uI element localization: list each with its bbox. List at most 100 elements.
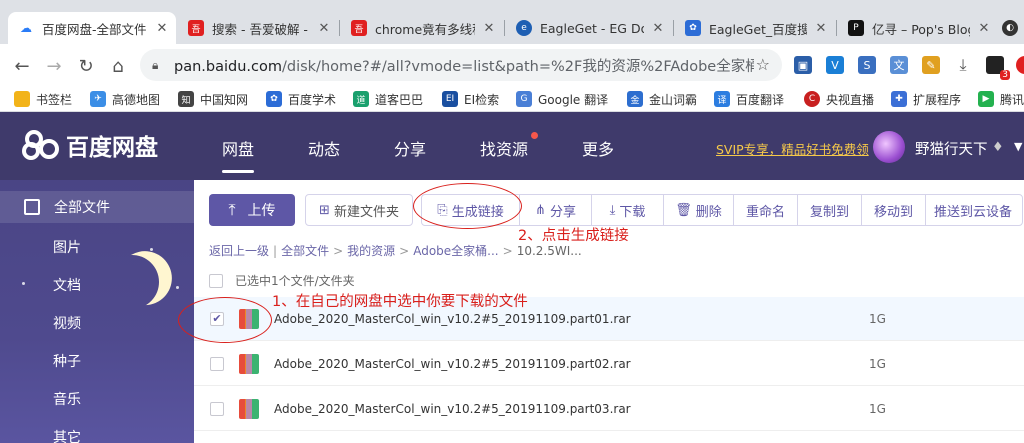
bookmark-doc88[interactable]: 道道客巴巴 [353, 90, 423, 108]
profile-icon[interactable] [1016, 56, 1024, 74]
delete-button[interactable]: 🗑︎ 删除 [664, 195, 734, 225]
close-icon[interactable]: ✕ [650, 21, 666, 36]
close-icon[interactable]: ✕ [316, 21, 332, 36]
table-row[interactable]: Adobe_2020_MasterCol_win_v10.2#5_2019110… [194, 342, 1024, 386]
copy-to-button[interactable]: 复制到 [798, 195, 862, 225]
star-decoration [150, 248, 153, 251]
bookmark-iciba[interactable]: 金金山词霸 [627, 90, 697, 108]
rar-file-icon [239, 353, 259, 374]
row-checkbox[interactable] [210, 401, 224, 416]
new-folder-button[interactable]: ⊞ 新建文件夹 [305, 194, 413, 226]
reload-icon[interactable]: ↻ [74, 54, 98, 78]
username[interactable]: 野猫行天下 [915, 138, 988, 159]
svip-promo-link[interactable]: SVIP专享，精品好书免费领 [716, 139, 869, 158]
bookmark-extensions[interactable]: ✚ 扩展程序 [891, 90, 961, 108]
google-translate-icon: G [516, 91, 532, 107]
bookmark-baidu-scholar[interactable]: ✿ 百度学术 [266, 90, 336, 108]
tab-eagleget-baidu-search[interactable]: ✿ EagleGet_百度搜索 ✕ [675, 12, 835, 44]
sidebar-item-all-files[interactable]: 全部文件 [0, 191, 194, 223]
breadcrumb-item[interactable]: 全部文件 [281, 244, 329, 258]
tab-eagleget[interactable]: e EagleGet - EG Do ✕ [506, 12, 672, 44]
translate-icon[interactable]: 文 [890, 56, 908, 74]
download-button[interactable]: ⤓ 下载 [592, 195, 664, 225]
bookmark-folder[interactable]: 书签栏 [14, 90, 72, 108]
close-icon[interactable]: ✕ [813, 21, 829, 36]
bookmark-ei[interactable]: EI EI检索 [442, 90, 499, 108]
nav-zhaoziyuan[interactable]: 找资源 [480, 136, 528, 160]
cnki-icon: 知 [178, 91, 194, 107]
upload-button[interactable]: ⤒ 上传 [209, 194, 295, 226]
row-checkbox[interactable] [210, 356, 224, 371]
file-size: 1G [869, 401, 886, 416]
bookmark-baidu-translate[interactable]: 译百度翻译 [714, 90, 784, 108]
rename-button[interactable]: 重命名 [734, 195, 798, 225]
address-bar[interactable]: 🔒︎ pan.baidu.com/disk/home?#/all?vmode=l… [140, 49, 782, 81]
select-all-checkbox[interactable] [209, 273, 223, 288]
avatar[interactable] [873, 131, 905, 163]
save-disk-icon[interactable]: ▣ [794, 56, 812, 74]
bookmark-cnki[interactable]: 知中国知网 [178, 90, 248, 108]
sidebar-item-music[interactable]: 音乐 [53, 389, 81, 409]
sidebar-item-images[interactable]: 图片 [53, 237, 81, 257]
file-name[interactable]: Adobe_2020_MasterCol_win_v10.2#5_2019110… [274, 402, 869, 416]
move-to-button[interactable]: 移动到 [862, 195, 926, 225]
breadcrumb-back-link[interactable]: 返回上一级 [209, 244, 269, 258]
bookmark-google-translate[interactable]: G Google 翻译 [516, 90, 608, 108]
extension-badge-icon[interactable]: 3 [986, 56, 1010, 80]
nav-wangpan[interactable]: 网盘 [222, 136, 255, 173]
tab-pops-blog[interactable]: P 亿寻 – Pop's Blog ✕ [838, 12, 998, 44]
home-icon[interactable]: ⌂ [106, 54, 130, 78]
sidebar-item-docs[interactable]: 文档 [53, 275, 81, 295]
sidebar-item-videos[interactable]: 视频 [53, 313, 81, 333]
upload-icon: ⤒ [228, 200, 236, 219]
baidu-pan-logo[interactable]: 百度网盘 [22, 128, 158, 162]
url-text[interactable]: pan.baidu.com/disk/home?#/all?vmode=list… [174, 55, 754, 76]
bookmark-amap[interactable]: ✈ 高德地图 [90, 90, 160, 108]
sidebar-item-other[interactable]: 其它 [53, 427, 81, 443]
sidebar-item-torrents[interactable]: 种子 [53, 351, 81, 371]
download-icon[interactable]: ⤓ [954, 55, 972, 74]
close-icon[interactable]: ✕ [976, 21, 992, 36]
iciba-icon: 金 [627, 91, 643, 107]
p-logo-icon: P [848, 20, 864, 36]
tab-chrome-multithread[interactable]: 吾 chrome竟有多线程 ✕ [341, 12, 503, 44]
share-button[interactable]: ⋔ 分享 [520, 195, 592, 225]
download-icon: ⤓ [609, 202, 616, 218]
close-icon[interactable]: ✕ [481, 21, 497, 36]
file-name[interactable]: Adobe_2020_MasterCol_win_v10.2#5_2019110… [274, 312, 869, 326]
baidu-paw-icon: ✿ [266, 91, 282, 107]
badge-count: 3 [1000, 70, 1010, 80]
bookmark-cctv[interactable]: C 央视直播 [804, 90, 874, 108]
extension-v-icon[interactable]: V [826, 56, 844, 74]
nav-more[interactable]: 更多 [582, 136, 614, 160]
back-arrow-icon[interactable]: ← [10, 54, 34, 78]
nav-dongtai[interactable]: 动态 [308, 136, 340, 160]
table-row[interactable]: Adobe_2020_MasterCol_win_v10.2#5_2019110… [194, 387, 1024, 431]
forward-arrow-icon[interactable]: → [42, 54, 66, 78]
select-all-row: 已选中1个文件/文件夹 [209, 272, 355, 289]
browser-tab-strip: ☁ 百度网盘-全部文件 ✕ 吾 搜索 - 吾爱破解 - L ✕ 吾 chrome… [0, 0, 1024, 44]
tab-overflow[interactable]: ◐ [1000, 12, 1024, 44]
nav-fenxiang[interactable]: 分享 [394, 136, 426, 160]
notification-dot [531, 132, 538, 139]
close-icon[interactable]: ✕ [154, 21, 170, 36]
files-icon [24, 199, 40, 215]
breadcrumb-item[interactable]: 我的资源 [347, 244, 395, 258]
tab-baidu-pan[interactable]: ☁ 百度网盘-全部文件 ✕ [8, 12, 176, 44]
tab-52pojie-search[interactable]: 吾 搜索 - 吾爱破解 - L ✕ [178, 12, 338, 44]
bookmarks-bar: 书签栏 ✈ 高德地图 知中国知网 ✿ 百度学术 道道客巴巴 EI EI检索 G Goog… [0, 86, 1024, 112]
push-to-cloud-device-button[interactable]: 推送到云设备 [926, 195, 1022, 225]
star-decoration [176, 286, 179, 289]
breadcrumb-item[interactable]: Adobe全家桶... [413, 244, 498, 258]
file-size: 1G [869, 356, 886, 371]
chevron-down-icon[interactable]: ▼ [1014, 140, 1022, 153]
file-name[interactable]: Adobe_2020_MasterCol_win_v10.2#5_2019110… [274, 357, 869, 371]
bookmark-star-icon[interactable]: ☆ [756, 55, 770, 74]
tab-favicon-icon: ◐ [1002, 20, 1018, 36]
bookmark-tencent[interactable]: ▶ 腾讯 [978, 90, 1024, 108]
baidu-paw-icon: ✿ [685, 20, 701, 36]
browser-toolbar: ← → ↻ ⌂ 🔒︎ pan.baidu.com/disk/home?#/all… [0, 44, 1024, 86]
extension-s-icon[interactable]: S [858, 56, 876, 74]
notes-icon[interactable]: ✎ [922, 56, 940, 74]
share-icon: ⋔ [535, 202, 546, 218]
